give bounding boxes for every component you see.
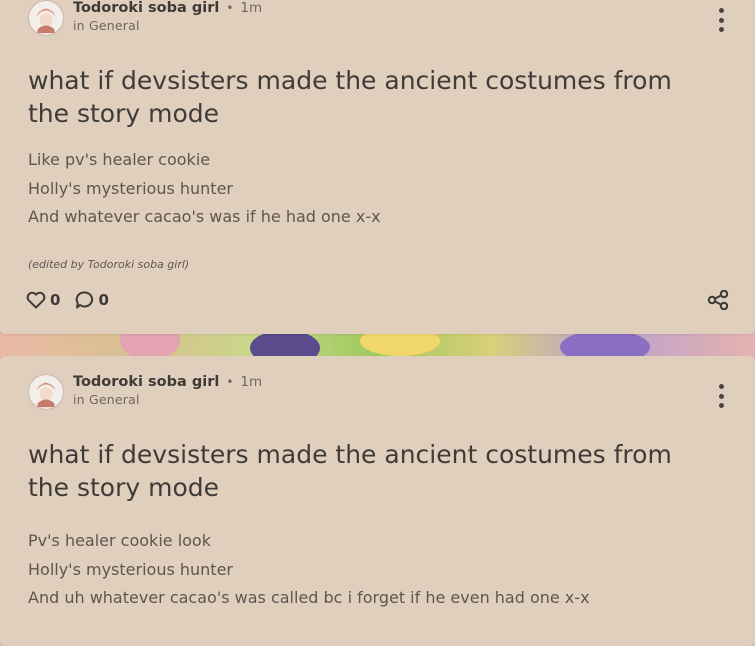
comment-button[interactable]: 0 xyxy=(74,290,109,310)
avatar[interactable] xyxy=(28,374,64,410)
author-name[interactable]: Todoroki soba girl xyxy=(73,374,219,390)
post-title[interactable]: what if devsisters made the ancient cost… xyxy=(28,438,718,504)
post-body-line: Holly's mysterious hunter xyxy=(28,178,233,198)
separator-dot: • xyxy=(226,375,234,389)
post-body-line: Pv's healer cookie look xyxy=(28,531,211,550)
post-body-line: And uh whatever cacao's was called bc i … xyxy=(28,588,590,607)
comment-bubble-icon xyxy=(76,291,94,309)
post-card[interactable]: Todoroki soba girl • 1m in General what … xyxy=(0,0,755,334)
author-name[interactable]: Todoroki soba girl xyxy=(73,0,219,16)
comment-count: 0 xyxy=(98,291,109,309)
post-body-line: And whatever cacao's was if he had one x… xyxy=(28,207,381,226)
post-body: Pv's healer cookie look Holly's mysterio… xyxy=(28,527,718,613)
post-title[interactable]: what if devsisters made the ancient cost… xyxy=(28,64,718,130)
post-body-line: Like pv's healer cookie xyxy=(28,150,211,169)
post-card[interactable]: Todoroki soba girl • 1m in General what … xyxy=(0,356,755,646)
share-icon xyxy=(707,289,729,311)
separator-dot: • xyxy=(226,1,234,15)
post-header: Todoroki soba girl • 1m in General xyxy=(28,0,262,36)
more-options-icon[interactable] xyxy=(715,384,727,408)
post-actions: 0 0 xyxy=(26,290,123,310)
like-button[interactable]: 0 xyxy=(26,291,60,309)
post-time: 1m xyxy=(240,374,263,390)
post-header: Todoroki soba girl • 1m in General xyxy=(28,374,262,410)
post-category[interactable]: in General xyxy=(73,18,262,33)
more-options-icon[interactable] xyxy=(715,8,727,32)
post-body: Like pv's healer cookie Holly's mysterio… xyxy=(28,146,718,232)
post-category[interactable]: in General xyxy=(73,392,262,407)
edited-note: (edited by Todoroki soba girl) xyxy=(28,258,190,271)
avatar[interactable] xyxy=(28,0,64,36)
post-body-line: Holly's mysterious hunter xyxy=(28,559,233,579)
like-count: 0 xyxy=(50,291,61,309)
post-time: 1m xyxy=(240,0,263,16)
heart-icon xyxy=(26,291,46,309)
share-button[interactable] xyxy=(707,289,729,314)
